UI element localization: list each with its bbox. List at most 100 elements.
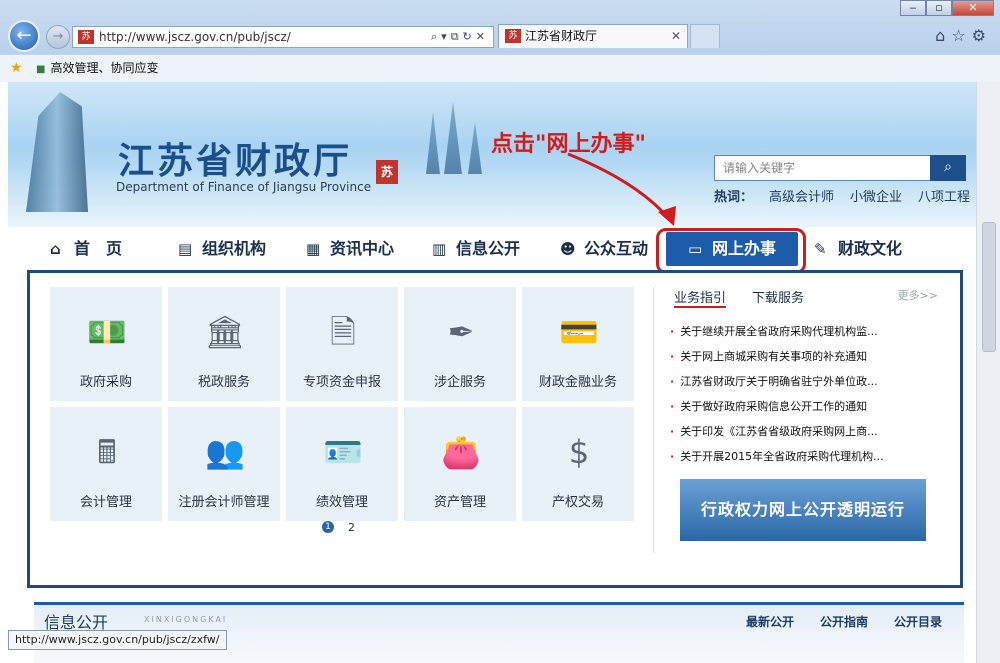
tile-tax-services[interactable]: 🏛 税政服务 (168, 287, 280, 401)
nav-item-news-center[interactable]: ▦ 资讯中心 (306, 227, 394, 271)
tile-label: 专项资金申报 (302, 375, 381, 390)
nav-item-info-disclosure[interactable]: ▥ 信息公开 (432, 227, 520, 271)
address-bar-icons[interactable]: ⌕▾⧉↻✕ (431, 27, 489, 47)
scrollbar-thumb[interactable] (982, 222, 996, 352)
tab-active[interactable]: 苏 江苏省财政厅 ✕ (498, 24, 688, 48)
news-item[interactable]: 关于做好政府采购信息公开工作的通知 (670, 394, 938, 419)
nav-label: 首 页 (74, 239, 123, 258)
tab-disclosure-guide[interactable]: 公开指南 (820, 613, 868, 630)
favorites-item[interactable]: 高效管理、协同应变 (36, 55, 158, 83)
document-dollar-icon: 🗎 (330, 313, 356, 351)
tile-label: 产权交易 (551, 495, 604, 510)
id-card-icon: ▤ (178, 240, 193, 258)
tab-business-guide[interactable]: 业务指引 (674, 287, 727, 308)
tile-label: 政府采购 (79, 375, 132, 390)
users-icon: 👥 (205, 433, 245, 471)
new-tab-button[interactable] (690, 24, 720, 48)
search-input[interactable]: 请输入关键字 (714, 155, 932, 181)
news-item[interactable]: 江苏省财政厅关于明确省驻宁外单位政... (670, 369, 938, 394)
tile-asset-management[interactable]: 👛 资产管理 (404, 407, 516, 521)
section-tabs: 最新公开 公开指南 公开目录 (746, 613, 942, 630)
tile-accounting-management[interactable]: 🖩 会计管理 (50, 407, 162, 521)
promo-banner[interactable]: 行政权力网上公开透明运行 (680, 479, 926, 541)
section-subtitle: XINXIGONGKAI (144, 615, 228, 624)
tile-label: 资产管理 (433, 495, 486, 510)
tile-finance-banking[interactable]: 💳 财政金融业务 (522, 287, 634, 401)
grid-icon: ▦ (306, 240, 321, 258)
more-link[interactable]: 更多>> (898, 287, 938, 303)
news-item[interactable]: 关于网上商城采购有关事项的补充通知 (670, 344, 938, 369)
page-2-button[interactable]: 2 (348, 521, 355, 534)
tile-enterprise-services[interactable]: ✒ 涉企服务 (404, 287, 516, 401)
tab-latest-disclosure[interactable]: 最新公开 (746, 613, 794, 630)
hot-word-link[interactable]: 八项工程 (918, 186, 970, 205)
services-panel: 💵 政府采购 🏛 税政服务 🗎 专项资金申报 ✒ 涉企服务 💳 财政金融业务 🖩 会计管理 … (27, 270, 963, 588)
maximize-button[interactable]: ▫ (926, 0, 952, 16)
forward-arrow-icon[interactable]: → (46, 25, 70, 49)
site-favicon-icon: 苏 (78, 30, 94, 44)
hot-words: 热词： 高级会计师 小微企业 八项工程 (714, 186, 970, 205)
sail-image (444, 102, 462, 174)
favorites-star-icon[interactable]: ★ (10, 55, 23, 81)
tab-close-icon[interactable]: ✕ (671, 25, 681, 47)
news-tabs: 业务指引 下载服务 更多>> (670, 287, 938, 309)
building-image (26, 92, 88, 212)
nav-item-public-interaction[interactable]: ☻ 公众互动 (560, 227, 648, 271)
nav-label: 财政文化 (838, 239, 903, 258)
search-icon[interactable]: ⌕ (930, 155, 966, 181)
news-item[interactable]: 关于开展2015年全省政府采购代理机构... (670, 444, 938, 469)
hot-words-label: 热词： (714, 190, 754, 205)
vertical-scrollbar[interactable] (976, 82, 1000, 663)
nav-item-organization[interactable]: ▤ 组织机构 (178, 227, 266, 271)
panel-divider (653, 287, 654, 553)
news-item[interactable]: 关于继续开展全省政府采购代理机构监... (670, 319, 938, 344)
site-subtitle: Department of Finance of Jiangsu Provinc… (116, 180, 372, 194)
tile-government-procurement[interactable]: 💵 政府采购 (50, 287, 162, 401)
news-list: 关于继续开展全省政府采购代理机构监... 关于网上商城采购有关事项的补充通知 江… (670, 319, 938, 469)
service-tiles: 💵 政府采购 🏛 税政服务 🗎 专项资金申报 ✒ 涉企服务 💳 财政金融业务 🖩 会计管理 … (50, 287, 640, 527)
home-icon: ⌂ (50, 240, 61, 258)
tile-label: 注册会计师管理 (178, 495, 270, 510)
hot-word-link[interactable]: 高级会计师 (769, 186, 834, 205)
address-bar[interactable]: 苏 http://www.jscz.gov.cn/pub/jscz/ ⌕▾⧉↻✕ (72, 26, 494, 48)
tile-label: 税政服务 (197, 375, 250, 390)
sail-image (426, 112, 440, 174)
bank-icon: 🏛 (204, 313, 246, 351)
tile-property-trading[interactable]: $ 产权交易 (522, 407, 634, 521)
news-section: 业务指引 下载服务 更多>> 关于继续开展全省政府采购代理机构监... 关于网上… (670, 287, 938, 469)
tab-disclosure-catalog[interactable]: 公开目录 (894, 613, 942, 630)
minimize-button[interactable]: ‒ (900, 0, 926, 16)
browser-chrome: ‒ ▫ ✕ ← → 苏 http://www.jscz.gov.cn/pub/j… (0, 0, 1000, 82)
nav-label: 信息公开 (456, 239, 521, 258)
tile-cpa-management[interactable]: 👥 注册会计师管理 (168, 407, 280, 521)
card-hand-icon: 💳 (559, 313, 599, 351)
nav-label: 组织机构 (202, 239, 267, 258)
tile-special-funds[interactable]: 🗎 专项资金申报 (286, 287, 398, 401)
seal-logo: 苏 (376, 160, 398, 184)
sail-image (468, 122, 482, 174)
tab-download-service[interactable]: 下载服务 (752, 287, 804, 306)
favorites-bar: ★ 高效管理、协同应变 (0, 54, 1000, 82)
columns-icon: ▥ (432, 240, 447, 258)
annotation-circle (656, 228, 806, 274)
back-arrow-icon[interactable]: ← (8, 20, 40, 52)
close-button[interactable]: ✕ (952, 0, 994, 16)
scroll-icon: ✎ (814, 240, 827, 258)
nav-item-home[interactable]: ⌂ 首 页 (50, 227, 122, 271)
hot-word-link[interactable]: 小微企业 (850, 186, 902, 205)
page-1-button[interactable]: 1 (322, 521, 334, 533)
calculator-icon: 🖩 (97, 433, 117, 471)
dollar-circle-icon: $ (568, 433, 590, 471)
browser-toolbar-icons[interactable]: ⌂☆⚙ (935, 26, 992, 45)
pen-nib-icon: ✒ (447, 313, 475, 351)
address-url: http://www.jscz.gov.cn/pub/jscz/ (99, 30, 291, 44)
nav-label: 公众互动 (584, 239, 649, 258)
nav-label: 资讯中心 (330, 239, 395, 258)
status-bar-url: http://www.jscz.gov.cn/pub/jscz/zxfw/ (8, 630, 227, 650)
news-item[interactable]: 关于印发《江苏省省级政府采购网上商... (670, 419, 938, 444)
tile-performance-management[interactable]: 🪪 绩效管理 (286, 407, 398, 521)
annotation-hint: 点击"网上办事" (491, 131, 646, 157)
wallet-icon: 👛 (441, 433, 481, 471)
nav-item-finance-culture[interactable]: ✎ 财政文化 (814, 227, 902, 271)
tab-title: 江苏省财政厅 (525, 29, 598, 43)
